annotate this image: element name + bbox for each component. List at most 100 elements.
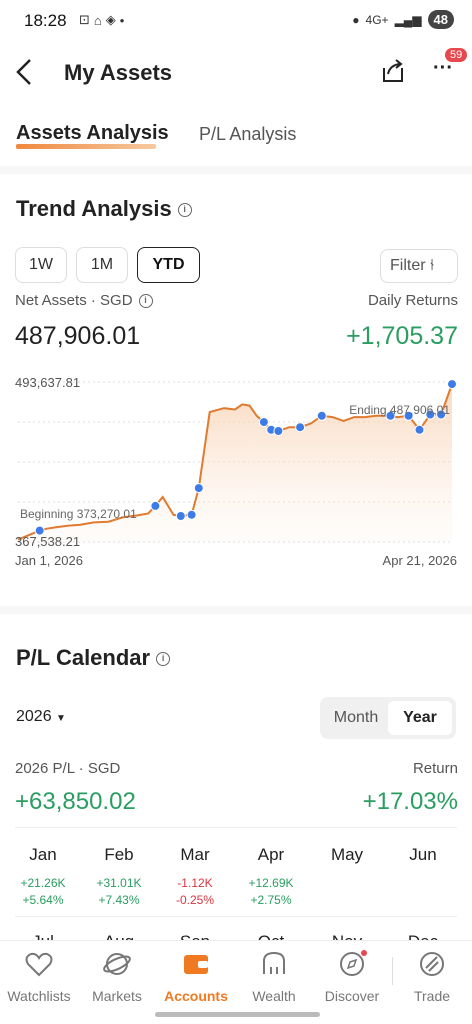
dividend-marker[interactable] [175,511,186,521]
month-cell-jun[interactable]: Jun [385,845,461,876]
month-cell-apr[interactable]: Apr +12.69K +2.75% [233,845,309,907]
trend-title: Trend Analysis i [16,196,192,222]
dividend-marker[interactable] [414,424,425,435]
month-cell-mar[interactable]: Mar -1.12K -0.25% [157,845,233,907]
month-name: Jun [409,845,437,864]
period-1m[interactable]: 1M [76,247,128,283]
filter-label: Filter [390,257,426,274]
seg-year[interactable]: Year [388,701,452,735]
month-name: Apr [257,845,285,864]
y-max-label: 493,637.81 [15,375,80,390]
tab-pl-analysis[interactable]: P/L Analysis [199,124,296,145]
calendar-title: P/L Calendar i [16,645,171,671]
section-divider [0,166,472,174]
nav-label: Markets [92,988,142,1004]
status-right: ● 4G+ ▂▄▆ 48 [352,10,454,29]
month-cell-jan[interactable]: Jan +21.26K +5.64% [5,845,81,907]
trend-chart[interactable]: 493,637.81 367,538.21 Jan 1, 2026 Apr 21… [0,370,472,570]
status-time: 18:28 [24,11,67,30]
status-icons: ⊡ ⌂ ◈ • [79,12,124,28]
y-min-label: 367,538.21 [15,534,80,549]
trade-icon [420,952,444,976]
month-cell-feb[interactable]: Feb +31.01K +7.43% [81,845,157,907]
calendar-divider [15,916,457,917]
dividend-marker[interactable] [316,410,327,421]
month-name: Jan [29,845,57,864]
year-dropdown[interactable]: 2026 ▼ [16,708,66,726]
network-label: 4G+ [365,12,389,27]
section-divider [0,606,472,614]
home-indicator [155,1012,320,1017]
location-icon: ● [352,12,360,27]
month-pl: +31.01K [96,876,142,890]
home-icon: ⌂ [93,12,102,28]
app-icon: ◈ [105,12,116,27]
net-assets-value: 487,906.01 [15,322,141,350]
nav-label: Trade [413,988,451,1004]
ending-label: Ending 487,906.01 [349,403,450,417]
planet-icon [103,953,131,975]
daily-returns-value: +1,705.37 [346,322,458,350]
pl-value: +63,850.02 [15,788,136,815]
header: My Assets ··· 59 [0,44,472,104]
wallet-icon [184,955,208,974]
return-value: +17.03% [362,788,458,815]
compass-icon [340,950,367,976]
month-return: +7.43% [98,893,140,907]
nav-discover[interactable]: Discover [313,949,391,1004]
nav-watchlists[interactable]: Watchlists [0,949,78,1004]
nav-accounts[interactable]: Accounts [157,949,235,1004]
dividend-marker[interactable] [447,379,457,390]
x-end-label: Apr 21, 2026 [383,553,457,568]
elephant-icon [263,951,285,974]
dot-icon: • [119,12,125,28]
share-icon[interactable] [378,56,408,86]
nav-trade[interactable]: Trade [393,949,471,1004]
dividend-marker[interactable] [273,426,284,436]
dividend-marker[interactable] [295,422,306,433]
info-icon[interactable]: i [156,652,171,667]
nav-label: Wealth [252,988,296,1004]
tab-assets-analysis[interactable]: Assets Analysis [16,122,169,145]
month-year-toggle: Month Year [320,697,456,739]
pl-label: 2026 P/L · SGD [15,760,121,777]
notification-badge: 59 [445,48,468,62]
month-pl: +12.69K [248,876,294,890]
month-pl: +21.26K [20,876,66,890]
month-pl: -1.12K [177,876,213,890]
period-1w[interactable]: 1W [15,247,67,283]
x-start-label: Jan 1, 2026 [15,553,83,568]
page-title: My Assets [64,60,173,85]
nav-markets[interactable]: Markets [78,949,156,1004]
calendar-divider [15,827,457,828]
dividend-marker[interactable] [193,483,204,494]
period-ytd[interactable]: YTD [137,247,200,283]
nav-label: Watchlists [7,988,71,1004]
dividend-marker[interactable] [186,509,197,520]
nav-label: Discover [324,988,380,1004]
status-bar: 18:28 ⊡ ⌂ ◈ • ● 4G+ ▂▄▆ 48 [0,0,472,44]
screenshot-icon: ⊡ [79,12,90,27]
back-icon[interactable] [10,52,40,92]
dividend-marker[interactable] [150,500,161,511]
month-name: Feb [104,845,134,864]
signal-icon: ▂▄▆ [394,12,422,27]
calendar-title-text: P/L Calendar [16,645,151,670]
seg-month[interactable]: Month [324,701,388,735]
year-value: 2026 [16,708,52,725]
caret-down-icon: ▼ [56,713,66,724]
info-icon[interactable]: i [177,203,192,218]
net-assets-label-text: Net Assets · SGD [15,292,133,309]
beginning-label: Beginning 373,270.01 [20,507,137,521]
nav-label: Accounts [164,988,228,1004]
month-name: Mar [180,845,210,864]
month-return: +5.64% [22,893,64,907]
info-icon[interactable]: i [138,294,153,309]
net-assets-label: Net Assets · SGD i [15,292,153,309]
month-cell-may[interactable]: May [309,845,385,876]
battery-icon: 48 [427,10,454,29]
dividend-marker[interactable] [258,417,269,428]
nav-wealth[interactable]: Wealth [235,949,313,1004]
analysis-tabs: Assets Analysis P/L Analysis [0,118,472,158]
filter-button[interactable]: Filter ⫮ [380,249,458,283]
